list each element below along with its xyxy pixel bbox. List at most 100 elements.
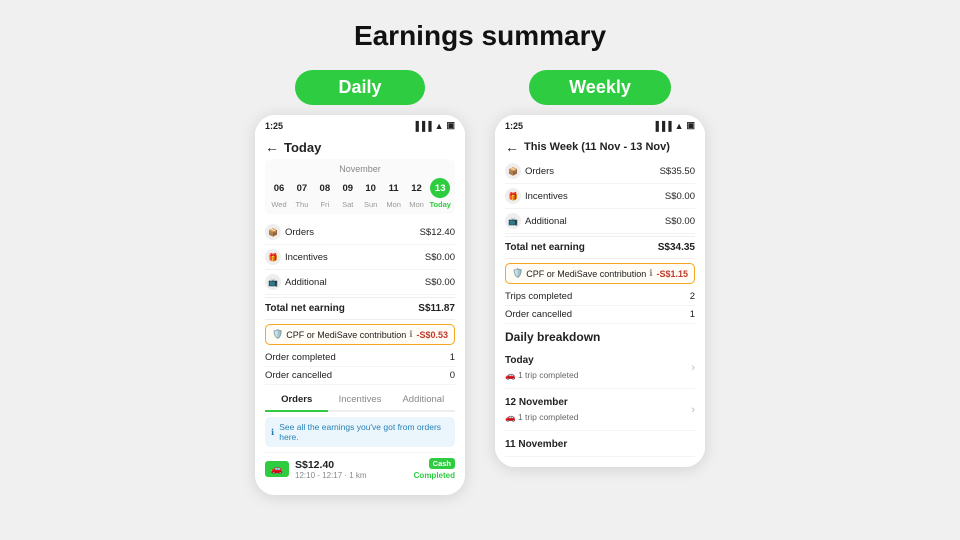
weekly-stat-cancelled: Order cancelled 1 bbox=[505, 306, 695, 324]
cal-day-08-label: Fri bbox=[320, 200, 329, 209]
weekly-status-icons: ▐▐▐ ▲ ▣ bbox=[652, 120, 695, 131]
daily-stat-cancelled: Order cancelled 0 bbox=[265, 367, 455, 385]
cal-day-12[interactable]: 12 Mon bbox=[407, 178, 427, 209]
cal-day-10-num: 10 bbox=[361, 178, 381, 198]
breakdown-today[interactable]: Today 🚗 1 trip completed › bbox=[505, 347, 695, 389]
daily-cpf-text: CPF or MediSave contribution bbox=[286, 330, 406, 340]
weekly-cpf-value: -S$1.15 bbox=[656, 269, 688, 279]
weekly-earning-additional-label: 📺 Additional bbox=[505, 213, 567, 229]
daily-tab-pill[interactable]: Daily bbox=[295, 70, 425, 105]
weekly-orders-icon: 📦 bbox=[505, 163, 521, 179]
additional-icon: 📺 bbox=[265, 274, 281, 290]
weekly-total-label: Total net earning bbox=[505, 242, 585, 253]
weekly-stat-trips-value: 2 bbox=[690, 291, 695, 302]
daily-order-time: 12:10 - 12:17 · 1 km bbox=[295, 471, 408, 480]
daily-orders-tab[interactable]: Orders bbox=[265, 389, 328, 412]
breakdown-11nov: 11 November bbox=[505, 431, 695, 457]
daily-earning-orders-label: 📦 Orders bbox=[265, 224, 314, 240]
daily-stat-completed-label: Order completed bbox=[265, 352, 336, 363]
columns-container: Daily 1:25 ▐▐▐ ▲ ▣ ← Today November bbox=[255, 70, 705, 495]
weekly-stat-cancelled-value: 1 bbox=[690, 309, 695, 320]
daily-order-badge-area: Cash Completed bbox=[414, 458, 455, 480]
weekly-cpf-row: 🛡️ CPF or MediSave contribution ℹ -S$1.1… bbox=[505, 263, 695, 284]
daily-earning-orders: 📦 Orders S$12.40 bbox=[265, 220, 455, 245]
daily-status-bar: 1:25 ▐▐▐ ▲ ▣ bbox=[255, 115, 465, 133]
weekly-total-value: S$34.35 bbox=[658, 242, 695, 253]
breakdown-today-date: Today bbox=[505, 351, 578, 368]
daily-total-value: S$11.87 bbox=[418, 303, 455, 314]
daily-status-icons: ▐▐▐ ▲ ▣ bbox=[412, 120, 455, 131]
cal-day-09-num: 09 bbox=[338, 178, 358, 198]
daily-calendar-month: November bbox=[269, 164, 451, 174]
breakdown-12nov-chevron-icon: › bbox=[691, 404, 695, 416]
daily-column: Daily 1:25 ▐▐▐ ▲ ▣ ← Today November bbox=[255, 70, 465, 495]
cal-day-11[interactable]: 11 Mon bbox=[384, 178, 404, 209]
daily-cash-badge: Cash bbox=[429, 458, 455, 469]
daily-status-time: 1:25 bbox=[265, 121, 283, 131]
daily-back-row[interactable]: ← Today bbox=[265, 133, 455, 159]
daily-orders-text: Orders bbox=[285, 227, 314, 238]
breakdown-section-heading: Daily breakdown bbox=[505, 324, 695, 347]
info-icon: ℹ bbox=[409, 329, 412, 340]
weekly-signal-icon: ▐▐▐ bbox=[652, 121, 671, 131]
cal-day-10-label: Sun bbox=[364, 200, 377, 209]
cal-day-08-num: 08 bbox=[315, 178, 335, 198]
cal-day-13[interactable]: 13 Today bbox=[429, 178, 451, 209]
weekly-earning-additional: 📺 Additional S$0.00 bbox=[505, 209, 695, 234]
incentives-icon: 🎁 bbox=[265, 249, 281, 265]
daily-incentives-text: Incentives bbox=[285, 252, 328, 263]
cal-day-09[interactable]: 09 Sat bbox=[338, 178, 358, 209]
weekly-header: This Week (11 Nov - 13 Nov) bbox=[524, 141, 670, 153]
weekly-cpf-text: CPF or MediSave contribution bbox=[526, 269, 646, 279]
daily-calendar-days: 06 Wed 07 Thu 08 Fri 09 bbox=[269, 178, 451, 209]
breakdown-12nov-date: 12 November bbox=[505, 393, 578, 410]
cal-day-10[interactable]: 10 Sun bbox=[361, 178, 381, 209]
weekly-stat-cancelled-label: Order cancelled bbox=[505, 309, 572, 320]
breakdown-11nov-date: 11 November bbox=[505, 435, 567, 452]
weekly-back-row[interactable]: ← This Week (11 Nov - 13 Nov) bbox=[505, 133, 695, 159]
daily-incentives-tab[interactable]: Incentives bbox=[328, 389, 391, 410]
daily-stat-completed: Order completed 1 bbox=[265, 349, 455, 367]
daily-header: Today bbox=[284, 140, 321, 155]
weekly-earning-incentives: 🎁 Incentives S$0.00 bbox=[505, 184, 695, 209]
weekly-additional-icon: 📺 bbox=[505, 213, 521, 229]
daily-order-amount: S$12.40 bbox=[295, 459, 408, 471]
weekly-status-bar: 1:25 ▐▐▐ ▲ ▣ bbox=[495, 115, 705, 133]
weekly-status-time: 1:25 bbox=[505, 121, 523, 131]
weekly-incentives-text: Incentives bbox=[525, 191, 568, 202]
breakdown-today-content: Today 🚗 1 trip completed bbox=[505, 351, 578, 384]
signal-icon: ▐▐▐ bbox=[412, 121, 431, 131]
weekly-info-icon: ℹ bbox=[649, 268, 652, 279]
weekly-column: Weekly 1:25 ▐▐▐ ▲ ▣ ← This Week (11 Nov … bbox=[495, 70, 705, 467]
cal-day-13-num: 13 bbox=[430, 178, 450, 198]
daily-incentives-value: S$0.00 bbox=[425, 252, 455, 263]
weekly-orders-text: Orders bbox=[525, 166, 554, 177]
daily-additional-text: Additional bbox=[285, 277, 327, 288]
breakdown-11nov-content: 11 November bbox=[505, 435, 567, 452]
daily-earning-incentives: 🎁 Incentives S$0.00 bbox=[265, 245, 455, 270]
daily-cpf-label: 🛡️ CPF or MediSave contribution ℹ bbox=[272, 329, 413, 340]
cal-day-07-num: 07 bbox=[292, 178, 312, 198]
weekly-tab-pill[interactable]: Weekly bbox=[529, 70, 671, 105]
cal-day-08[interactable]: 08 Fri bbox=[315, 178, 335, 209]
car-icon: 🚗 bbox=[265, 461, 289, 477]
daily-additional-tab[interactable]: Additional bbox=[392, 389, 455, 410]
cal-day-11-num: 11 bbox=[384, 178, 404, 198]
daily-cpf-value: -S$0.53 bbox=[416, 330, 448, 340]
weekly-additional-text: Additional bbox=[525, 216, 567, 227]
daily-back-arrow-icon: ← bbox=[265, 139, 279, 155]
weekly-wifi-icon: ▲ bbox=[675, 121, 684, 131]
info-circle-icon: ℹ bbox=[271, 427, 274, 438]
breakdown-12nov[interactable]: 12 November 🚗 1 trip completed › bbox=[505, 389, 695, 431]
cal-day-07[interactable]: 07 Thu bbox=[292, 178, 312, 209]
daily-info-text: See all the earnings you've got from ord… bbox=[279, 422, 449, 442]
cal-day-12-label: Mon bbox=[409, 200, 424, 209]
breakdown-12nov-sub: 🚗 1 trip completed bbox=[505, 410, 578, 426]
weekly-incentives-value: S$0.00 bbox=[665, 191, 695, 202]
weekly-orders-value: S$35.50 bbox=[660, 166, 695, 177]
cal-day-06[interactable]: 06 Wed bbox=[269, 178, 289, 209]
cal-day-07-label: Thu bbox=[295, 200, 308, 209]
breakdown-today-chevron-icon: › bbox=[691, 362, 695, 374]
cal-day-06-label: Wed bbox=[271, 200, 286, 209]
battery-icon: ▣ bbox=[446, 120, 455, 131]
